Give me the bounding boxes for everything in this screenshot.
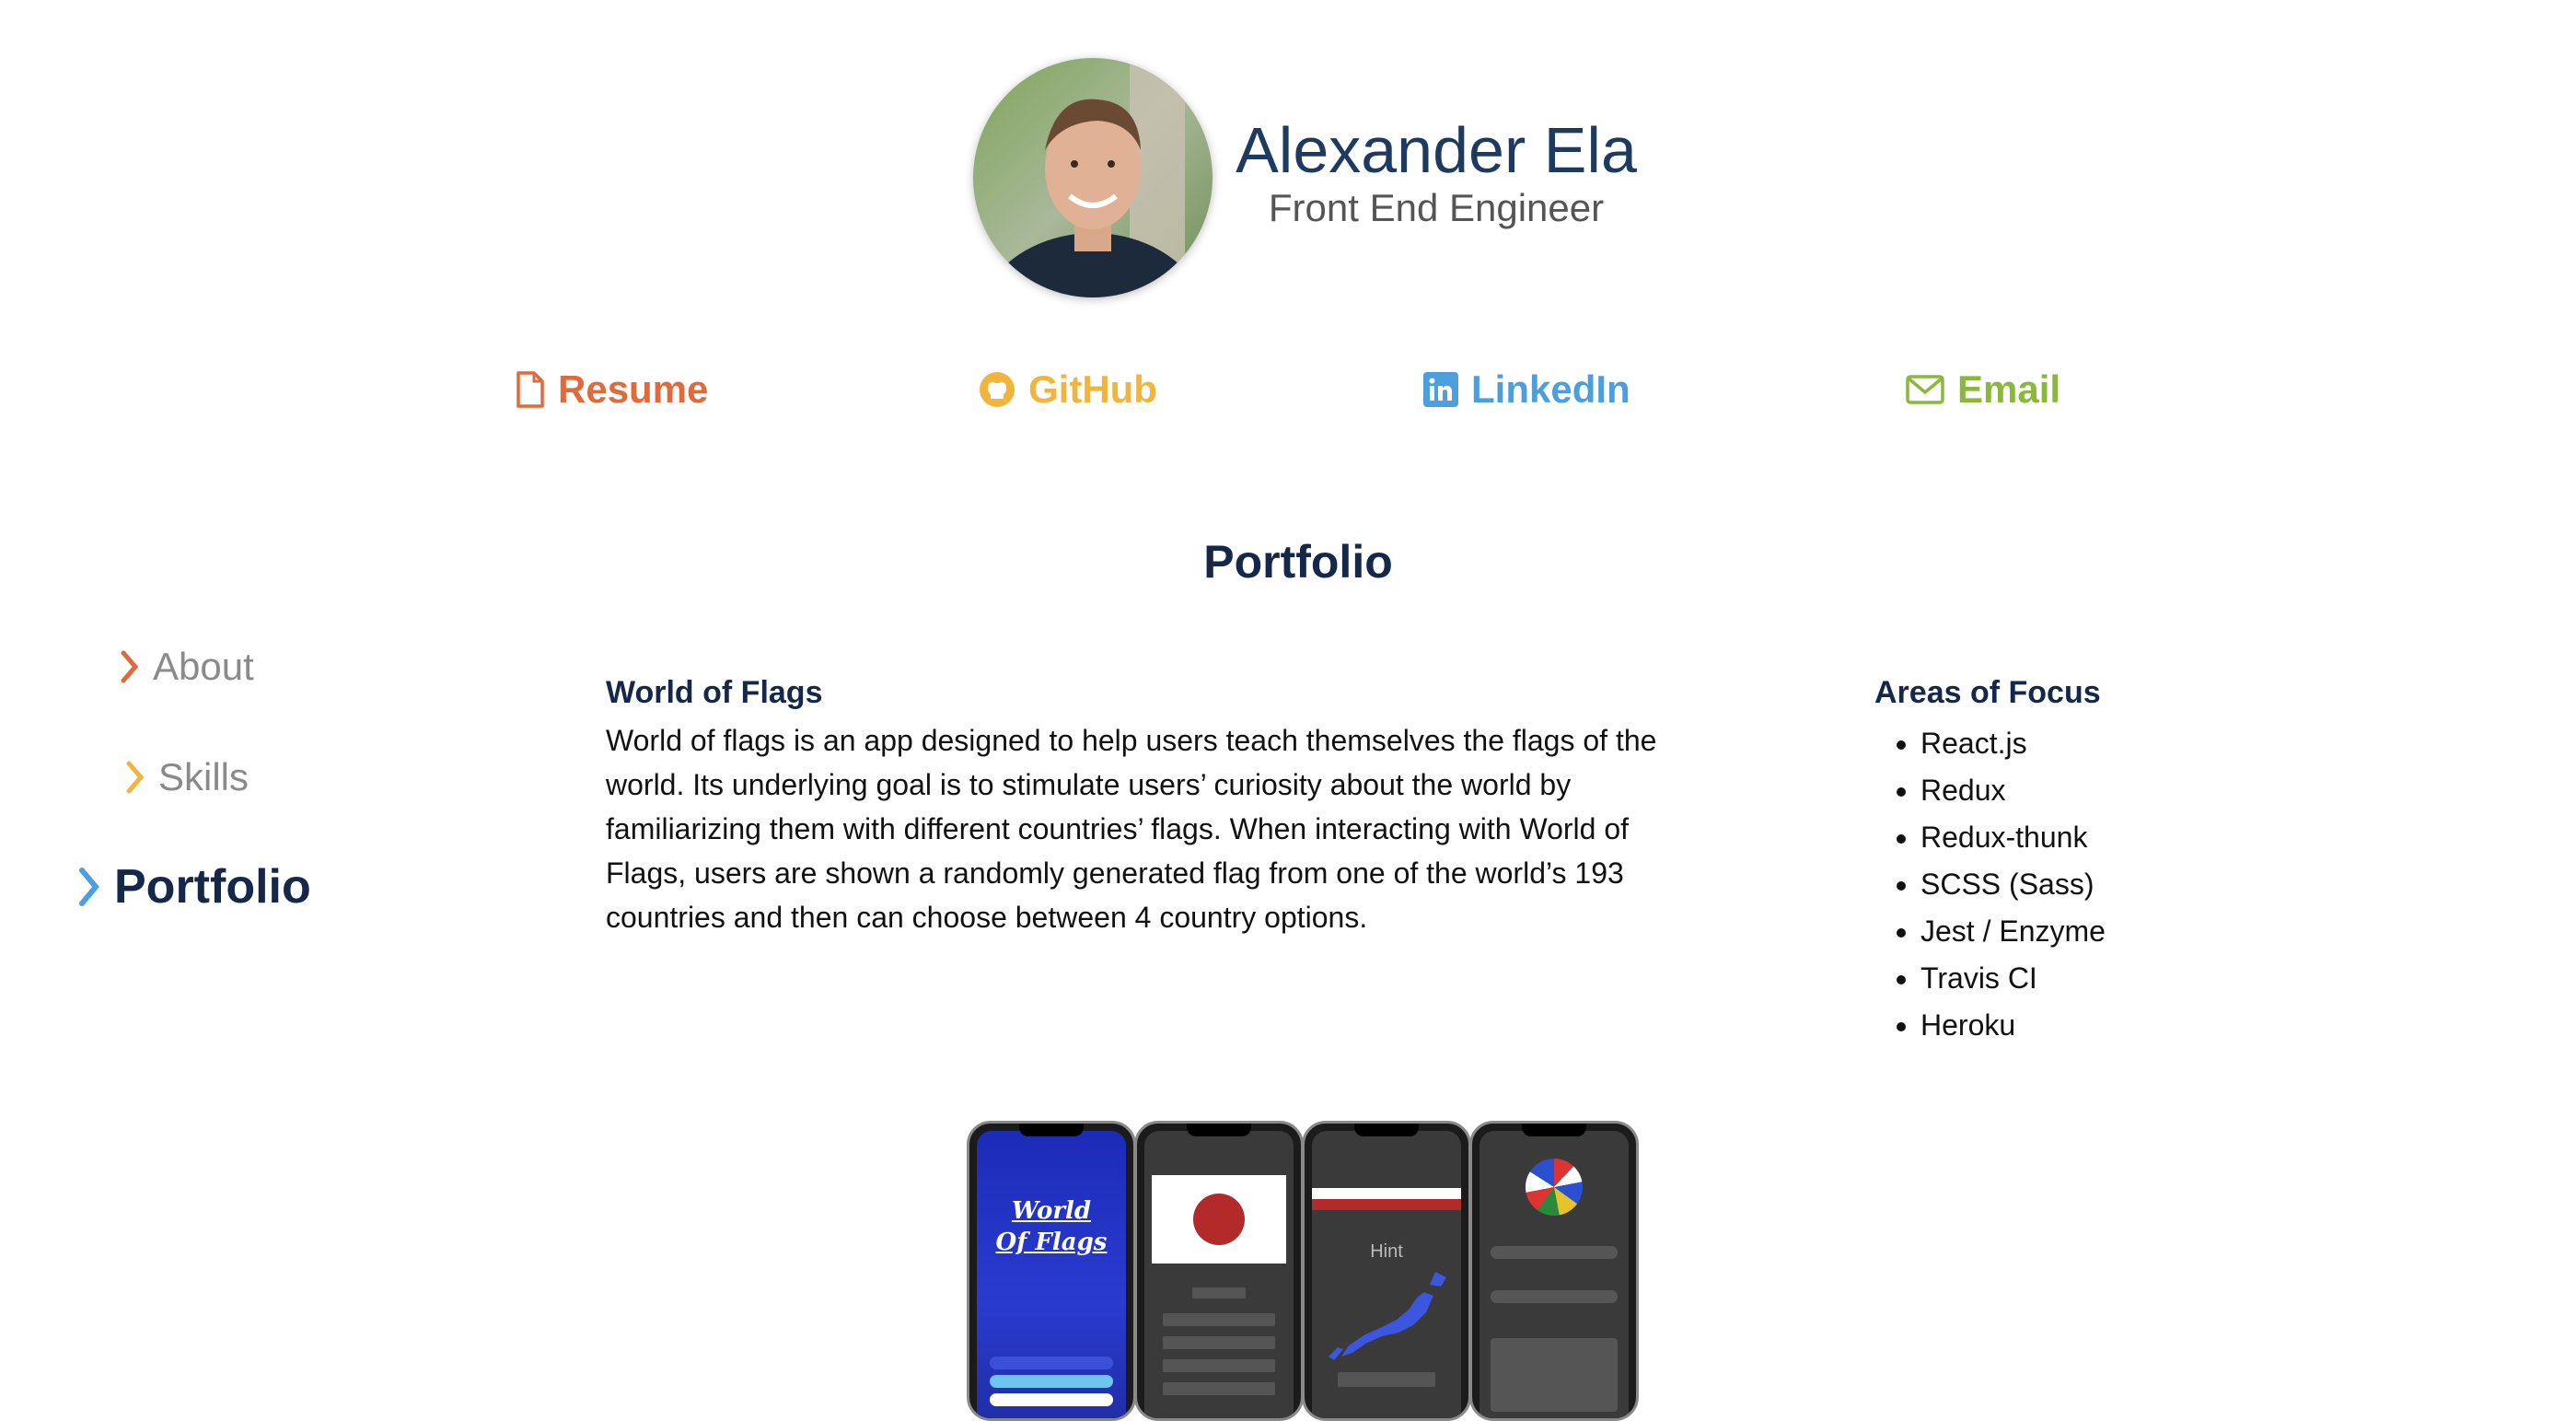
github-icon [979, 371, 1015, 408]
avatar [973, 58, 1213, 297]
list-item: React.js [1920, 720, 2106, 767]
linkedin-link[interactable]: LinkedIn [1423, 364, 1630, 415]
chevron-right-icon [125, 760, 145, 795]
list-item: Heroku [1920, 1002, 2106, 1049]
file-icon [516, 371, 545, 408]
focus-title: Areas of Focus [1874, 675, 2101, 710]
chevron-right-icon [120, 649, 140, 684]
linkedin-icon [1423, 372, 1458, 407]
project-title: World of Flags [606, 675, 823, 710]
email-label: Email [1957, 367, 2061, 411]
list-item: Redux [1920, 767, 2106, 814]
list-item: Redux-thunk [1920, 814, 2106, 861]
japan-map-icon [1329, 1272, 1446, 1360]
splash-title: World Of Flags [995, 1197, 1108, 1256]
login-button [990, 1357, 1113, 1369]
resume-link[interactable]: Resume [516, 364, 708, 415]
hint-label: Hint [1370, 1241, 1403, 1262]
phone-screenshot-flag [1134, 1121, 1304, 1421]
phone-screenshot-hint: Hint [1302, 1121, 1471, 1421]
globe-icon [1526, 1159, 1583, 1216]
phone-screenshot-profile [1469, 1121, 1639, 1421]
envelope-icon [1906, 375, 1944, 404]
flag-image [1152, 1175, 1286, 1264]
login-button [990, 1393, 1113, 1406]
list-item: Jest / Enzyme [1920, 908, 2106, 955]
login-button [990, 1375, 1113, 1388]
list-item: Travis CI [1920, 955, 2106, 1002]
sidebar-item-skills[interactable]: Skills [125, 755, 249, 799]
project-description: World of flags is an app designed to hel… [606, 724, 1657, 934]
profile-role: Front End Engineer [1268, 186, 1605, 229]
sidebar-item-label: About [153, 645, 254, 688]
chevron-right-icon [77, 866, 101, 908]
linkedin-label: LinkedIn [1471, 367, 1630, 411]
github-label: GitHub [1028, 367, 1157, 411]
sidebar-item-label: Skills [158, 755, 249, 798]
sidebar-item-about[interactable]: About [120, 645, 254, 689]
sidebar-item-portfolio[interactable]: Portfolio [77, 859, 311, 914]
section-title: Portfolio [1203, 536, 1393, 588]
profile-name: Alexander Ela [1236, 114, 1637, 186]
list-item: SCSS (Sass) [1920, 861, 2106, 908]
email-link[interactable]: Email [1906, 364, 2060, 415]
github-link[interactable]: GitHub [979, 364, 1157, 415]
focus-list: React.js Redux Redux-thunk SCSS (Sass) J… [1874, 720, 2106, 1049]
sidebar-item-label: Portfolio [114, 860, 311, 914]
resume-label: Resume [558, 367, 709, 411]
phone-screenshot-splash: World Of Flags [967, 1121, 1136, 1421]
